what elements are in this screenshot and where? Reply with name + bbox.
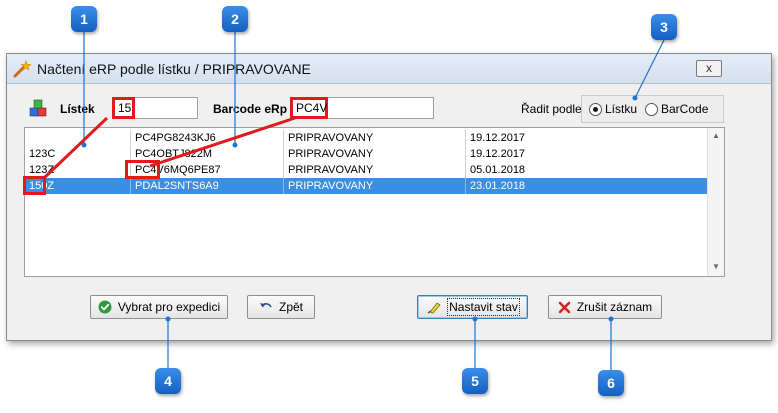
cell-stav: PRIPRAVOVANY (283, 146, 465, 162)
cell-barcode: PDAL2SNTS6A9 (130, 178, 283, 194)
vybrat-button-label: Vybrat pro expedici (117, 300, 221, 314)
zrusit-zaznam-button-label: Zrušit záznam (576, 300, 653, 314)
cell-barcode: PC4PG8243KJ6 (130, 130, 283, 146)
highlight-box-listek (23, 176, 46, 195)
cell-stav: PRIPRAVOVANY (283, 130, 465, 146)
listek-input[interactable]: 15 (112, 97, 135, 119)
callout-6: 6 (598, 370, 624, 396)
sort-radio-listek[interactable] (589, 103, 602, 116)
zpet-button-label: Zpět (278, 300, 303, 314)
scroll-up-icon[interactable]: ▲ (712, 131, 720, 140)
erp-list-grid[interactable]: PC4PG8243KJ6 PRIPRAVOVANY 19.12.2017 123… (24, 127, 725, 277)
cell-stav: PRIPRAVOVANY (283, 162, 465, 178)
listek-label: Lístek (60, 102, 95, 116)
sort-radio-group: Lístku BarCode (581, 95, 724, 123)
red-x-icon (558, 301, 571, 313)
callout-1: 1 (71, 6, 97, 32)
callout-2: 2 (222, 6, 248, 32)
cell-listek: 123C (29, 148, 56, 160)
nastavit-stav-button[interactable]: Nastavit stav (417, 295, 528, 319)
cell-datum: 19.12.2017 (465, 146, 707, 162)
vybrat-button[interactable]: Vybrat pro expedici (90, 295, 228, 319)
cell-datum: 05.01.2018 (465, 162, 707, 178)
nastavit-stav-button-label: Nastavit stav (447, 298, 520, 316)
listek-input-tail[interactable] (135, 97, 198, 119)
wand-icon (13, 60, 32, 78)
sort-label: Řadit podle (521, 102, 582, 116)
dialog-client-area: Lístek 15 Barcode eRp PC4V Řadit podle L… (7, 85, 771, 341)
cell-stav: PRIPRAVOVANY (283, 178, 465, 194)
table-row[interactable]: PC4PG8243KJ6 PRIPRAVOVANY 19.12.2017 (25, 130, 707, 146)
dialog-window: Načtení eRP podle lístku / PRIPRAVOVANE … (6, 53, 772, 341)
highlight-box-barcode (125, 160, 160, 179)
callout-5: 5 (462, 368, 488, 394)
callout-3: 3 (651, 14, 677, 40)
sort-option-barcode-label[interactable]: BarCode (661, 102, 708, 116)
callout-4: 4 (155, 368, 181, 394)
barcode-input-tail[interactable] (328, 97, 434, 119)
title-bar[interactable]: Načtení eRP podle lístku / PRIPRAVOVANE … (7, 54, 771, 84)
zpet-button[interactable]: Zpět (247, 295, 315, 319)
undo-arrow-icon (259, 303, 272, 308)
sort-option-listek-label[interactable]: Lístku (605, 102, 637, 116)
cell-listek (25, 130, 130, 146)
brush-edit-icon (427, 302, 441, 314)
barcode-input[interactable]: PC4V (290, 97, 328, 119)
colored-cubes-icon (29, 99, 47, 117)
window-title: Načtení eRP podle lístku / PRIPRAVOVANE (37, 61, 311, 77)
table-row-selected[interactable]: 150Z PDAL2SNTS6A9 PRIPRAVOVANY 23.01.201… (25, 178, 707, 194)
grid-scrollbar[interactable]: ▲ ▼ (707, 128, 724, 276)
sort-radio-barcode[interactable] (645, 103, 658, 116)
close-button[interactable]: x (696, 60, 722, 77)
zrusit-zaznam-button[interactable]: Zrušit záznam (548, 295, 662, 319)
green-check-icon (98, 300, 112, 314)
barcode-label: Barcode eRp (213, 102, 288, 116)
cell-datum: 23.01.2018 (465, 178, 707, 194)
cell-datum: 19.12.2017 (465, 130, 707, 146)
scroll-down-icon[interactable]: ▼ (712, 262, 720, 271)
